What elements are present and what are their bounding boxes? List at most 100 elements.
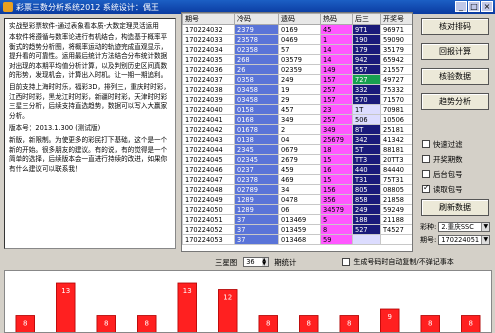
maximize-icon[interactable]: □: [468, 1, 480, 12]
table-row[interactable]: 170224040 0158 457 23 1T 70981: [182, 104, 412, 115]
checkbox-label: 快速过滤: [433, 139, 463, 149]
table-cell: 19: [278, 84, 321, 95]
lottery-type-row: 彩种: 2.重庆SSC ▼: [420, 221, 492, 232]
table-row[interactable]: 170224034 02358 57 14 179 35179: [182, 44, 412, 55]
minimize-icon[interactable]: _: [455, 1, 467, 12]
check-codes-button[interactable]: 核对排码: [421, 18, 489, 35]
close-icon[interactable]: ×: [481, 1, 493, 12]
return-calc-button[interactable]: 回报计算: [421, 43, 489, 60]
table-row[interactable]: 170224045 02345 2679 15 TT3 20TT3: [182, 154, 412, 165]
table-cell: 170224045: [182, 154, 235, 165]
table-cell: 2345: [234, 144, 279, 155]
table-row[interactable]: 170224049 1289 0478 356 858 21858: [182, 194, 412, 205]
table-cell: 170224041: [182, 114, 235, 125]
table-cell: 157: [320, 94, 353, 105]
table-row[interactable]: 170224038 03458 19 257 332 75332: [182, 84, 412, 95]
chart-data-label: 8: [23, 320, 27, 328]
table-cell: 157: [320, 74, 353, 85]
table-row[interactable]: 170224053 37 013468 59: [182, 234, 412, 245]
table-row[interactable]: 170224041 0168 349 257 506 10506: [182, 114, 412, 125]
table-row[interactable]: 170224036 26 02359 149 557 21557: [182, 64, 412, 75]
table-cell: 349: [320, 124, 353, 135]
draw-data-table[interactable]: 期号 冷码 遗码 热码 后三 开奖号 170224032 2379 0169 45 9T…: [181, 12, 413, 252]
stars-input[interactable]: 36 ▲ ▼: [243, 257, 270, 267]
table-row[interactable]: 170224047 02378 469 15 T31 75T31: [182, 174, 412, 185]
header-last-three[interactable]: 后三: [352, 13, 381, 25]
table-row[interactable]: 170224032 2379 0169 45 9T1 96971: [182, 24, 412, 35]
table-row[interactable]: 170224039 03458 29 157 570 71570: [182, 94, 412, 105]
table-cell: 0469: [278, 34, 321, 45]
table-cell: 0138: [234, 134, 279, 145]
table-row[interactable]: 170224048 02789 34 156 805 08805: [182, 184, 412, 195]
header-missing[interactable]: 遗码: [278, 13, 321, 25]
table-row[interactable]: 170224046 0237 459 16 440 84440: [182, 164, 412, 175]
table-cell: 15: [320, 174, 353, 185]
spinner-icon[interactable]: ▲ ▼: [262, 258, 269, 267]
header-cold[interactable]: 冷码: [234, 13, 279, 25]
bar-chart-svg: 8 13 8 8 13 12 8 8 8 9 8 8: [15, 282, 481, 332]
table-cell: 25181: [380, 124, 412, 135]
table-row[interactable]: 170224042 01678 2 349 8T 25181: [182, 124, 412, 135]
checkbox-draw-periods[interactable]: 开奖期数: [422, 153, 492, 165]
table-row[interactable]: 170224051 37 013469 5 188 21188: [182, 214, 412, 225]
table-row[interactable]: 170224044 2345 0679 18 5T 88181: [182, 144, 412, 155]
table-row[interactable]: 170224035 268 03579 14 942 65942: [182, 54, 412, 65]
frequency-chart: 8 13 8 8 13 12 8 8 8 9 8 8: [4, 270, 492, 333]
checkbox-box[interactable]: [422, 155, 430, 163]
window-controls: _ □ ×: [455, 1, 493, 12]
table-cell: 459: [278, 164, 321, 175]
auto-copy-checkbox[interactable]: [342, 258, 351, 266]
table-cell: 170224048: [182, 184, 235, 195]
checkbox-background-pack[interactable]: 后台包号: [422, 168, 492, 180]
table-cell: 013469: [278, 214, 321, 225]
table-cell: 557: [352, 64, 381, 75]
table-cell: 08805: [380, 184, 412, 195]
verify-data-button[interactable]: 核验数据: [421, 68, 489, 85]
table-cell: 570: [352, 94, 381, 105]
refresh-data-button[interactable]: 刷新数据: [421, 199, 489, 216]
table-row[interactable]: 170224043 0138 04 25679 342 41342: [182, 134, 412, 145]
table-cell: 170224051: [182, 214, 235, 225]
checkbox-quick-filter[interactable]: 快速过滤: [422, 138, 492, 150]
table-cell: 59: [320, 234, 353, 245]
lottery-select[interactable]: 2.重庆SSC ▼: [438, 221, 491, 232]
table-cell: 84440: [380, 164, 412, 175]
table-cell: 0168: [234, 114, 279, 125]
table-cell: 1289: [234, 194, 279, 205]
chart-data-label: 8: [266, 320, 270, 328]
table-row[interactable]: 170224037 0358 249 157 727 49727: [182, 74, 412, 85]
table-cell: 45: [320, 24, 353, 35]
table-cell: TT3: [352, 154, 381, 165]
header-draw-number[interactable]: 开奖号: [380, 13, 412, 25]
table-cell: 440: [352, 164, 381, 175]
chevron-down-icon[interactable]: ▼: [481, 222, 490, 231]
table-cell: 342: [352, 134, 381, 145]
table-cell: 506: [352, 114, 381, 125]
header-period[interactable]: 期号: [182, 13, 235, 25]
period-label: 期号:: [420, 235, 437, 244]
table-cell: 02359: [278, 64, 321, 75]
chevron-down-icon[interactable]: ▼: [481, 235, 490, 244]
table-row[interactable]: 170224033 23578 0469 1 190 59090: [182, 34, 412, 45]
table-cell: 49727: [380, 74, 412, 85]
stars-label: 三星图: [215, 257, 238, 267]
table-cell: 57: [278, 44, 321, 55]
table-cell: 858: [352, 194, 381, 205]
checkbox-box[interactable]: [422, 183, 430, 193]
checkbox-box[interactable]: [422, 140, 430, 148]
table-row[interactable]: 170224052 37 013459 8 527 T4527: [182, 224, 412, 235]
info-text-panel[interactable]: 实战型彩票软件-通过表象看本质-大数定理灵活运用 本软件将遵循与数率论进行有机结…: [4, 18, 176, 249]
notice-paragraph: 新版，新限制。为使更多的彩民打下基础，这个是一个新的开始。很多朋友的建议。有的说…: [9, 136, 168, 173]
table-row[interactable]: 170224050 1289 06 34579 249 59249: [182, 204, 412, 215]
table-cell: 170224037: [182, 74, 235, 85]
period-select[interactable]: 170224051 ▼: [438, 234, 491, 245]
table-cell: 170224036: [182, 64, 235, 75]
table-cell: 23578: [234, 34, 279, 45]
header-hot[interactable]: 热码: [320, 13, 353, 25]
trend-analysis-button[interactable]: 趋势分析: [421, 93, 489, 110]
table-header-row: 期号 冷码 遗码 热码 后三 开奖号: [182, 13, 412, 25]
version-line: 版本号：2013.1.300 (测试版): [9, 124, 101, 133]
checkbox-box[interactable]: [422, 170, 430, 178]
checkbox-read-pack[interactable]: 读取包号: [422, 183, 492, 195]
table-cell: 257: [320, 84, 353, 95]
